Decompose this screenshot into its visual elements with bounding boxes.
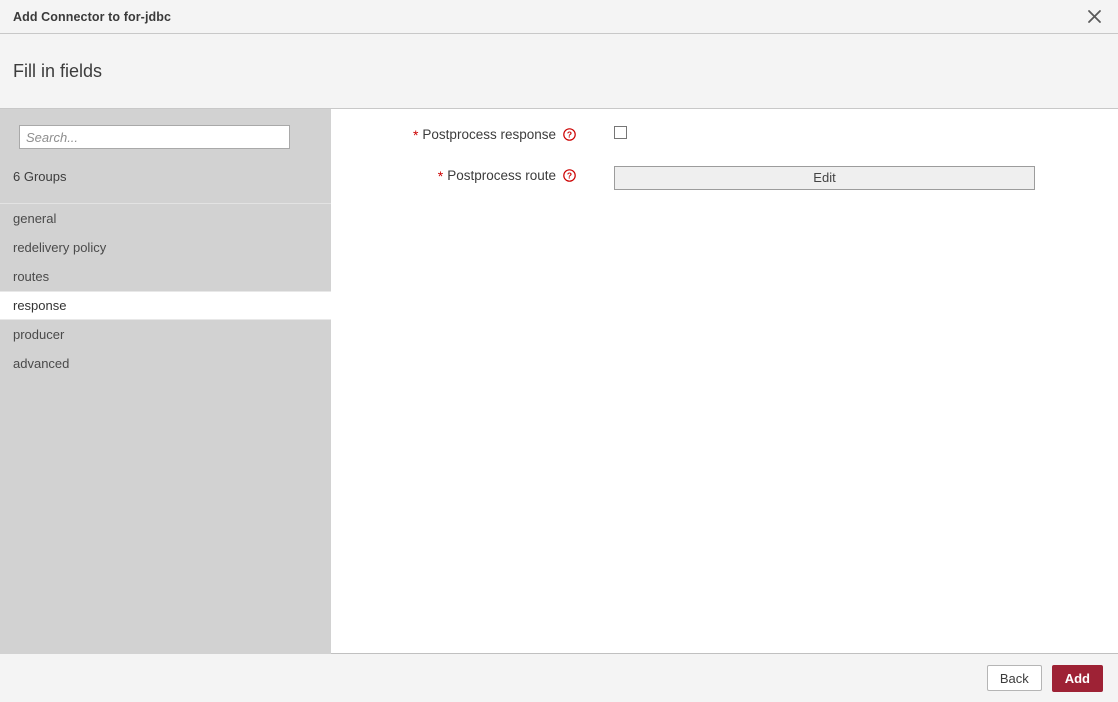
search-container (0, 109, 331, 149)
add-button[interactable]: Add (1051, 664, 1103, 692)
sidebar-item-routes[interactable]: routes (0, 262, 331, 291)
sidebar-item-response[interactable]: response (0, 291, 331, 320)
dialog-title: Add Connector to for-jdbc (13, 9, 172, 24)
field-label-postprocess-route: * Postprocess route? (331, 166, 576, 184)
groups-sidebar: 6 Groups general redelivery policy route… (0, 109, 331, 654)
svg-text:?: ? (567, 171, 572, 181)
sidebar-item-redelivery-policy[interactable]: redelivery policy (0, 233, 331, 262)
field-label-postprocess-response: * Postprocess response? (331, 125, 576, 143)
wizard-step-header: Fill in fields (0, 34, 1118, 109)
groups-count-label: 6 Groups (13, 169, 67, 184)
field-label-text: Postprocess route (447, 168, 556, 183)
field-control-postprocess-response (614, 125, 627, 139)
groups-list: general redelivery policy routes respons… (0, 203, 331, 378)
help-circle-icon[interactable]: ? (563, 169, 576, 182)
add-connector-dialog: Add Connector to for-jdbc Fill in fields… (0, 0, 1118, 702)
field-label-text: Postprocess response (422, 127, 556, 142)
postprocess-response-checkbox[interactable] (614, 126, 627, 139)
dialog-titlebar: Add Connector to for-jdbc (0, 0, 1118, 34)
help-circle-icon[interactable]: ? (563, 128, 576, 141)
field-control-postprocess-route: Edit (614, 166, 1035, 190)
field-row-postprocess-route: * Postprocess route? Edit (331, 166, 1035, 190)
form-panel: * Postprocess response? * Postprocess rout… (331, 109, 1118, 653)
search-input[interactable] (19, 125, 290, 149)
field-row-postprocess-response: * Postprocess response? (331, 125, 627, 143)
postprocess-route-edit-button[interactable]: Edit (614, 166, 1035, 190)
required-marker: * (437, 168, 444, 185)
page-title: Fill in fields (13, 60, 103, 81)
dialog-footer: Back Add (0, 653, 1118, 702)
back-button[interactable]: Back (986, 665, 1042, 691)
required-marker: * (412, 127, 419, 144)
sidebar-item-advanced[interactable]: advanced (0, 349, 331, 378)
svg-text:?: ? (567, 130, 572, 140)
close-icon[interactable] (1070, 0, 1118, 32)
sidebar-item-general[interactable]: general (0, 204, 331, 233)
sidebar-item-producer[interactable]: producer (0, 320, 331, 349)
dialog-body: 6 Groups general redelivery policy route… (0, 109, 1118, 654)
